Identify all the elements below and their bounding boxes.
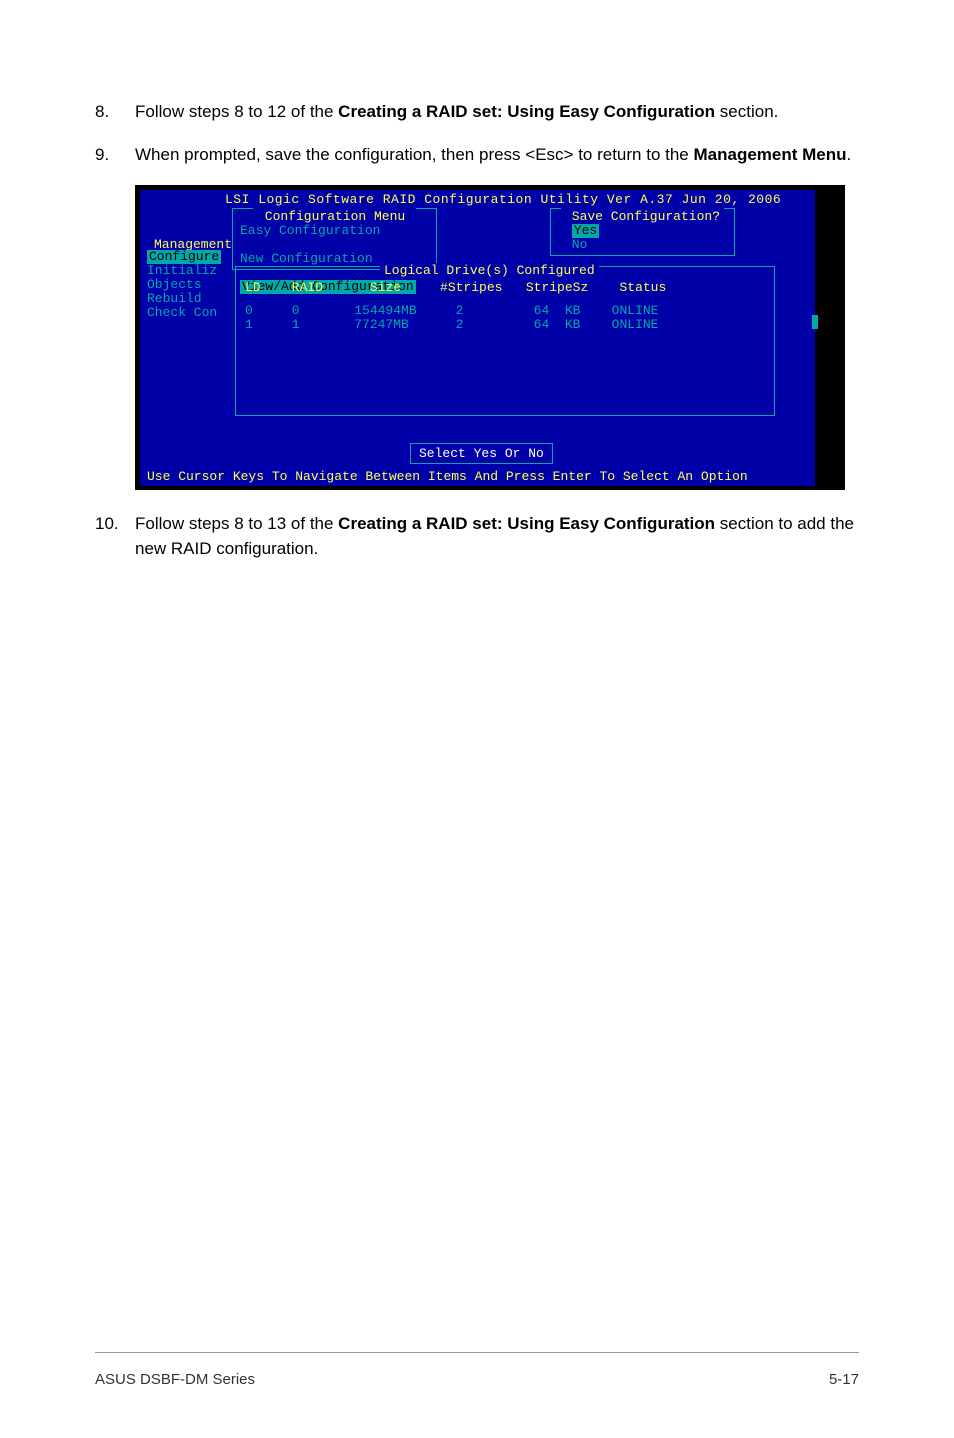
step-text: When prompted, save the configuration, t… bbox=[135, 143, 859, 168]
scrollbar-marker bbox=[812, 315, 818, 329]
step-number: 8. bbox=[95, 100, 135, 125]
menu-initialize[interactable]: Initializ bbox=[147, 264, 221, 278]
save-yes-option[interactable]: Yes bbox=[572, 224, 599, 238]
menu-rebuild[interactable]: Rebuild bbox=[147, 292, 221, 306]
step-number: 9. bbox=[95, 143, 135, 168]
step-number: 10. bbox=[95, 512, 135, 561]
bold-text: Creating a RAID set: Using Easy Configur… bbox=[338, 514, 715, 533]
logical-drives-rows: 0 0 154494MB 2 64 KB ONLINE 1 1 77247MB … bbox=[245, 304, 658, 332]
page-content: 8. Follow steps 8 to 12 of the Creating … bbox=[0, 0, 954, 562]
text: section. bbox=[715, 102, 778, 121]
management-menu: Configure Initializ Objects Rebuild Chec… bbox=[147, 250, 221, 320]
step-text: Follow steps 8 to 12 of the Creating a R… bbox=[135, 100, 859, 125]
step-text: Follow steps 8 to 13 of the Creating a R… bbox=[135, 512, 859, 561]
save-no-option[interactable]: No bbox=[572, 238, 720, 252]
bold-text: Management Menu bbox=[694, 145, 847, 164]
text: When prompted, save the configuration, t… bbox=[135, 145, 694, 164]
menu-configure[interactable]: Configure bbox=[147, 250, 221, 264]
text: Follow steps 8 to 12 of the bbox=[135, 102, 338, 121]
footer-page-number: 5-17 bbox=[829, 1371, 859, 1388]
save-configuration-dialog: Save Configuration? Yes No bbox=[572, 210, 720, 252]
step-10: 10. Follow steps 8 to 13 of the Creating… bbox=[95, 512, 859, 561]
text: . bbox=[847, 145, 852, 164]
navigation-hint: Use Cursor Keys To Navigate Between Item… bbox=[147, 469, 748, 484]
config-easy[interactable]: Easy Configuration bbox=[240, 224, 430, 238]
bios-screenshot: LSI Logic Software RAID Configuration Ut… bbox=[135, 185, 845, 490]
config-menu-title: Configuration Menu bbox=[240, 210, 430, 224]
save-title: Save Configuration? bbox=[572, 210, 720, 224]
select-prompt: Select Yes Or No bbox=[410, 443, 553, 464]
menu-objects[interactable]: Objects bbox=[147, 278, 221, 292]
page-footer: ASUS DSBF-DM Series 5-17 bbox=[95, 1352, 859, 1388]
bios-screen: LSI Logic Software RAID Configuration Ut… bbox=[140, 190, 815, 486]
menu-check-consistency[interactable]: Check Con bbox=[147, 306, 221, 320]
text: Follow steps 8 to 13 of the bbox=[135, 514, 338, 533]
logical-drives-header: LD RAID Size #Stripes StripeSz Status bbox=[245, 280, 666, 295]
logical-drives-title: Logical Drive(s) Configured bbox=[380, 263, 599, 278]
step-8: 8. Follow steps 8 to 12 of the Creating … bbox=[95, 100, 859, 125]
bios-title-bar: LSI Logic Software RAID Configuration Ut… bbox=[225, 192, 781, 207]
bold-text: Creating a RAID set: Using Easy Configur… bbox=[338, 102, 715, 121]
footer-product: ASUS DSBF-DM Series bbox=[95, 1371, 255, 1388]
step-9: 9. When prompted, save the configuration… bbox=[95, 143, 859, 168]
